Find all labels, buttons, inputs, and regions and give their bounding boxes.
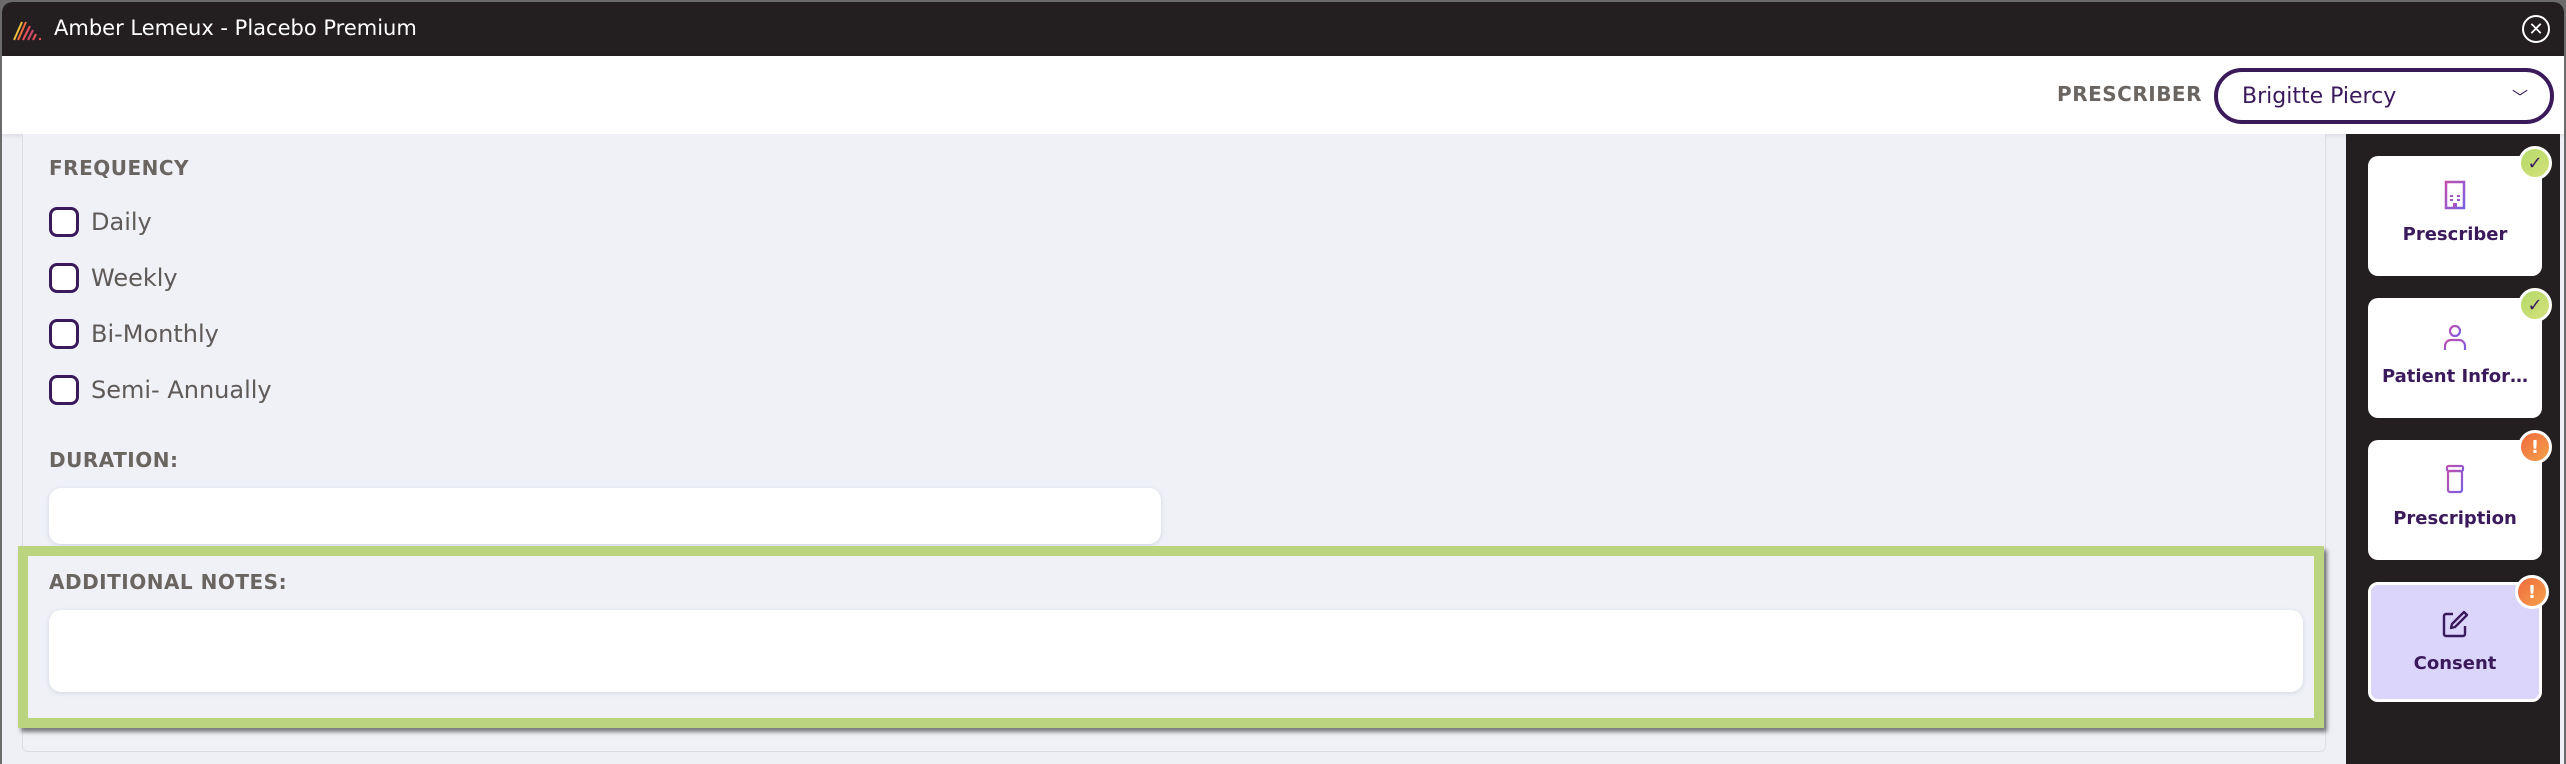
person-icon xyxy=(2443,324,2467,350)
modal-window: Amber Lemeux - Placebo Premium ✕ PRESCRI… xyxy=(2,2,2564,764)
title-bar: Amber Lemeux - Placebo Premium ✕ xyxy=(2,2,2564,56)
frequency-label: FREQUENCY xyxy=(49,156,190,180)
chevron-down-icon: ﹀ xyxy=(2511,88,2528,107)
duration-label: DURATION: xyxy=(49,448,179,472)
close-button[interactable]: ✕ xyxy=(2522,15,2550,43)
highlight-box xyxy=(18,546,2324,728)
checkbox[interactable] xyxy=(49,263,79,293)
checkbox-label: Semi- Annually xyxy=(91,376,272,404)
sidebar-item-label: Consent xyxy=(2413,653,2497,674)
hospital-icon xyxy=(2442,180,2468,211)
app-logo-icon xyxy=(13,21,42,41)
checkbox[interactable] xyxy=(49,207,79,237)
sidebar-item-label: Prescriber xyxy=(2402,224,2508,245)
step-sidebar: Prescriber ✓ Patient Infor… ✓ Prescripti… xyxy=(2346,134,2560,764)
duration-input[interactable] xyxy=(49,488,1161,544)
sidebar-item-consent[interactable]: Consent ! xyxy=(2368,575,2549,702)
edit-icon xyxy=(2442,610,2469,638)
warning-icon: ! xyxy=(2518,430,2552,464)
frequency-option-weekly[interactable]: Weekly xyxy=(49,263,178,293)
warning-icon: ! xyxy=(2515,575,2549,609)
frequency-option-daily[interactable]: Daily xyxy=(49,207,152,237)
frequency-option-semi-annually[interactable]: Semi- Annually xyxy=(49,375,272,405)
checkbox-label: Daily xyxy=(91,208,152,236)
prescriber-dropdown[interactable]: Brigitte Piercy ﹀ xyxy=(2214,68,2554,124)
sidebar-item-prescription[interactable]: Prescription ! xyxy=(2368,430,2552,560)
sidebar-item-label: Prescription xyxy=(2393,508,2517,529)
complete-check-icon: ✓ xyxy=(2518,146,2552,180)
header-bar: PRESCRIBER Brigitte Piercy ﹀ xyxy=(2,56,2564,134)
close-icon: ✕ xyxy=(2528,18,2544,40)
frequency-option-bi-monthly[interactable]: Bi-Monthly xyxy=(49,319,219,349)
sidebar-item-patient-information[interactable]: Patient Infor… ✓ xyxy=(2368,288,2552,418)
pill-bottle-icon xyxy=(2445,464,2465,494)
checkbox-label: Weekly xyxy=(91,264,178,292)
sidebar-item-prescriber[interactable]: Prescriber ✓ xyxy=(2368,146,2552,276)
window-title: Amber Lemeux - Placebo Premium xyxy=(54,16,417,40)
checkbox-label: Bi-Monthly xyxy=(91,320,219,348)
sidebar-item-label: Patient Infor… xyxy=(2381,366,2529,387)
checkbox[interactable] xyxy=(49,375,79,405)
prescriber-label: PRESCRIBER xyxy=(2057,82,2202,106)
prescriber-value: Brigitte Piercy xyxy=(2242,83,2397,109)
checkbox[interactable] xyxy=(49,319,79,349)
complete-check-icon: ✓ xyxy=(2518,288,2552,322)
